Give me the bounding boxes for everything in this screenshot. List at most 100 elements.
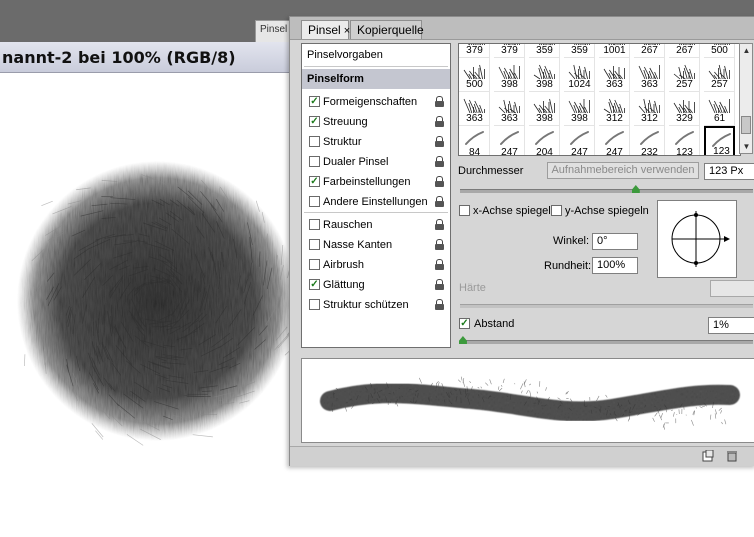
roundness-field[interactable]: 100% [592, 257, 638, 274]
lock-icon[interactable] [435, 279, 444, 290]
flip-y-checkbox[interactable] [551, 205, 562, 216]
brush-stroke-preview [301, 358, 754, 443]
option-checkbox[interactable] [309, 259, 320, 270]
brush-preset-tile[interactable]: 84 [459, 126, 490, 156]
brush-preset-tile[interactable]: 312 [599, 92, 630, 126]
lock-icon[interactable] [435, 239, 444, 250]
list-item-brush-tip-shape[interactable]: Pinselform [302, 69, 450, 89]
lock-icon[interactable] [435, 116, 444, 127]
brush-preset-tile[interactable]: 267 [634, 43, 665, 58]
brush-preset-tile[interactable]: 379 [459, 43, 490, 58]
option-checkbox[interactable]: ✓ [309, 96, 320, 107]
brush-preset-tile[interactable]: 123 [704, 126, 735, 156]
brush-preset-tile[interactable]: 398 [494, 58, 525, 92]
brush-preset-tile[interactable]: 398 [529, 92, 560, 126]
option-checkbox[interactable]: ✓ [309, 279, 320, 290]
trash-icon[interactable] [726, 450, 738, 462]
option-label: Glättung [323, 279, 365, 291]
list-item-option[interactable]: Airbrush [302, 255, 450, 275]
list-item-option[interactable]: Struktur [302, 132, 450, 152]
list-item-option[interactable]: Andere Einstellungen [302, 192, 450, 212]
brush-preset-tile[interactable]: 500 [704, 43, 735, 58]
spacing-slider[interactable] [460, 340, 753, 344]
tab-pinsel[interactable]: Pinsel× [301, 20, 349, 39]
brush-preset-tile[interactable]: 363 [634, 58, 665, 92]
list-item-option[interactable]: ✓Formeigenschaften [302, 92, 450, 112]
angle-roundness-preview[interactable] [657, 200, 737, 278]
option-checkbox[interactable]: ✓ [309, 116, 320, 127]
brush-preset-tile[interactable]: 204 [529, 126, 560, 156]
angle-field[interactable]: 0° [592, 233, 638, 250]
list-item-option[interactable]: Rauschen [302, 215, 450, 235]
list-item-option[interactable]: ✓Farbeinstellungen [302, 172, 450, 192]
lock-icon[interactable] [435, 196, 444, 207]
brush-preset-tile[interactable]: 257 [704, 58, 735, 92]
list-item-presets[interactable]: Pinselvorgaben [302, 45, 450, 65]
brush-preset-tile[interactable]: 329 [669, 92, 700, 126]
option-checkbox[interactable] [309, 136, 320, 147]
diameter-slider[interactable] [460, 189, 753, 193]
brush-preset-tile[interactable]: 232 [634, 126, 665, 156]
brush-preset-tile[interactable]: 363 [459, 92, 490, 126]
brush-preset-tile[interactable]: 363 [494, 92, 525, 126]
brush-preset-tile[interactable]: 398 [564, 92, 595, 126]
list-item-option[interactable]: Struktur schützen [302, 295, 450, 315]
scroll-down-arrow-icon[interactable]: ▼ [741, 141, 752, 152]
brush-size-label: 359 [529, 45, 560, 56]
brush-size-label: 247 [564, 147, 595, 156]
list-item-option[interactable]: Nasse Kanten [302, 235, 450, 255]
option-checkbox[interactable] [309, 219, 320, 230]
brush-grid-scrollbar[interactable]: ▲ ▼ [739, 43, 753, 154]
brush-preset-tile[interactable]: 312 [634, 92, 665, 126]
brush-preset-tile[interactable]: 379 [494, 43, 525, 58]
brush-preset-tile[interactable]: 247 [494, 126, 525, 156]
brush-preset-tile[interactable]: 1024 [564, 58, 595, 92]
spacing-field[interactable]: 1% [708, 317, 754, 334]
document-titlebar[interactable]: nannt-2 bei 100% (RGB/8) [0, 42, 300, 73]
brush-preset-tile[interactable]: 359 [529, 43, 560, 58]
lock-icon[interactable] [435, 259, 444, 270]
hardness-slider [460, 304, 753, 308]
list-item-option[interactable]: ✓Glättung [302, 275, 450, 295]
spacing-slider-thumb[interactable] [459, 336, 467, 344]
option-checkbox[interactable]: ✓ [309, 176, 320, 187]
document-canvas[interactable] [0, 73, 300, 534]
option-checkbox[interactable] [309, 156, 320, 167]
option-checkbox[interactable] [309, 196, 320, 207]
brush-size-label: 398 [529, 79, 560, 90]
lock-icon[interactable] [435, 156, 444, 167]
brush-preset-tile[interactable]: 267 [669, 43, 700, 58]
diameter-slider-thumb[interactable] [632, 185, 640, 193]
angle-label: Winkel: [553, 235, 589, 247]
option-checkbox[interactable] [309, 299, 320, 310]
lock-icon[interactable] [435, 96, 444, 107]
brush-thumbnail-icon [568, 128, 591, 148]
new-preset-icon[interactable] [702, 450, 714, 462]
brush-preset-tile[interactable]: 359 [564, 43, 595, 58]
brush-size-label: 363 [459, 113, 490, 124]
brush-preset-tile[interactable]: 257 [669, 58, 700, 92]
brush-preset-tile[interactable]: 123 [669, 126, 700, 156]
lock-icon[interactable] [435, 219, 444, 230]
tab-kopierquelle[interactable]: Kopierquelle [350, 20, 422, 39]
use-sample-size-button[interactable]: Aufnahmebereich verwenden [547, 162, 699, 179]
brush-preset-tile[interactable]: 1001 [599, 43, 630, 58]
brush-preset-tile[interactable]: 247 [564, 126, 595, 156]
option-checkbox[interactable] [309, 239, 320, 250]
lock-icon[interactable] [435, 299, 444, 310]
lock-icon[interactable] [435, 176, 444, 187]
scroll-up-arrow-icon[interactable]: ▲ [741, 45, 752, 56]
option-label: Farbeinstellungen [323, 176, 410, 188]
brush-preset-tile[interactable]: 398 [529, 58, 560, 92]
brush-preset-tile[interactable]: 500 [459, 58, 490, 92]
scroll-thumb[interactable] [741, 116, 751, 134]
spacing-checkbox[interactable]: ✓ [459, 318, 470, 329]
list-item-option[interactable]: ✓Streuung [302, 112, 450, 132]
brush-preset-tile[interactable]: 363 [599, 58, 630, 92]
brush-preset-tile[interactable]: 247 [599, 126, 630, 156]
brush-preset-tile[interactable]: 61 [704, 92, 735, 126]
diameter-field[interactable]: 123 Px [704, 163, 754, 180]
list-item-option[interactable]: Dualer Pinsel [302, 152, 450, 172]
flip-x-checkbox[interactable] [459, 205, 470, 216]
lock-icon[interactable] [435, 136, 444, 147]
